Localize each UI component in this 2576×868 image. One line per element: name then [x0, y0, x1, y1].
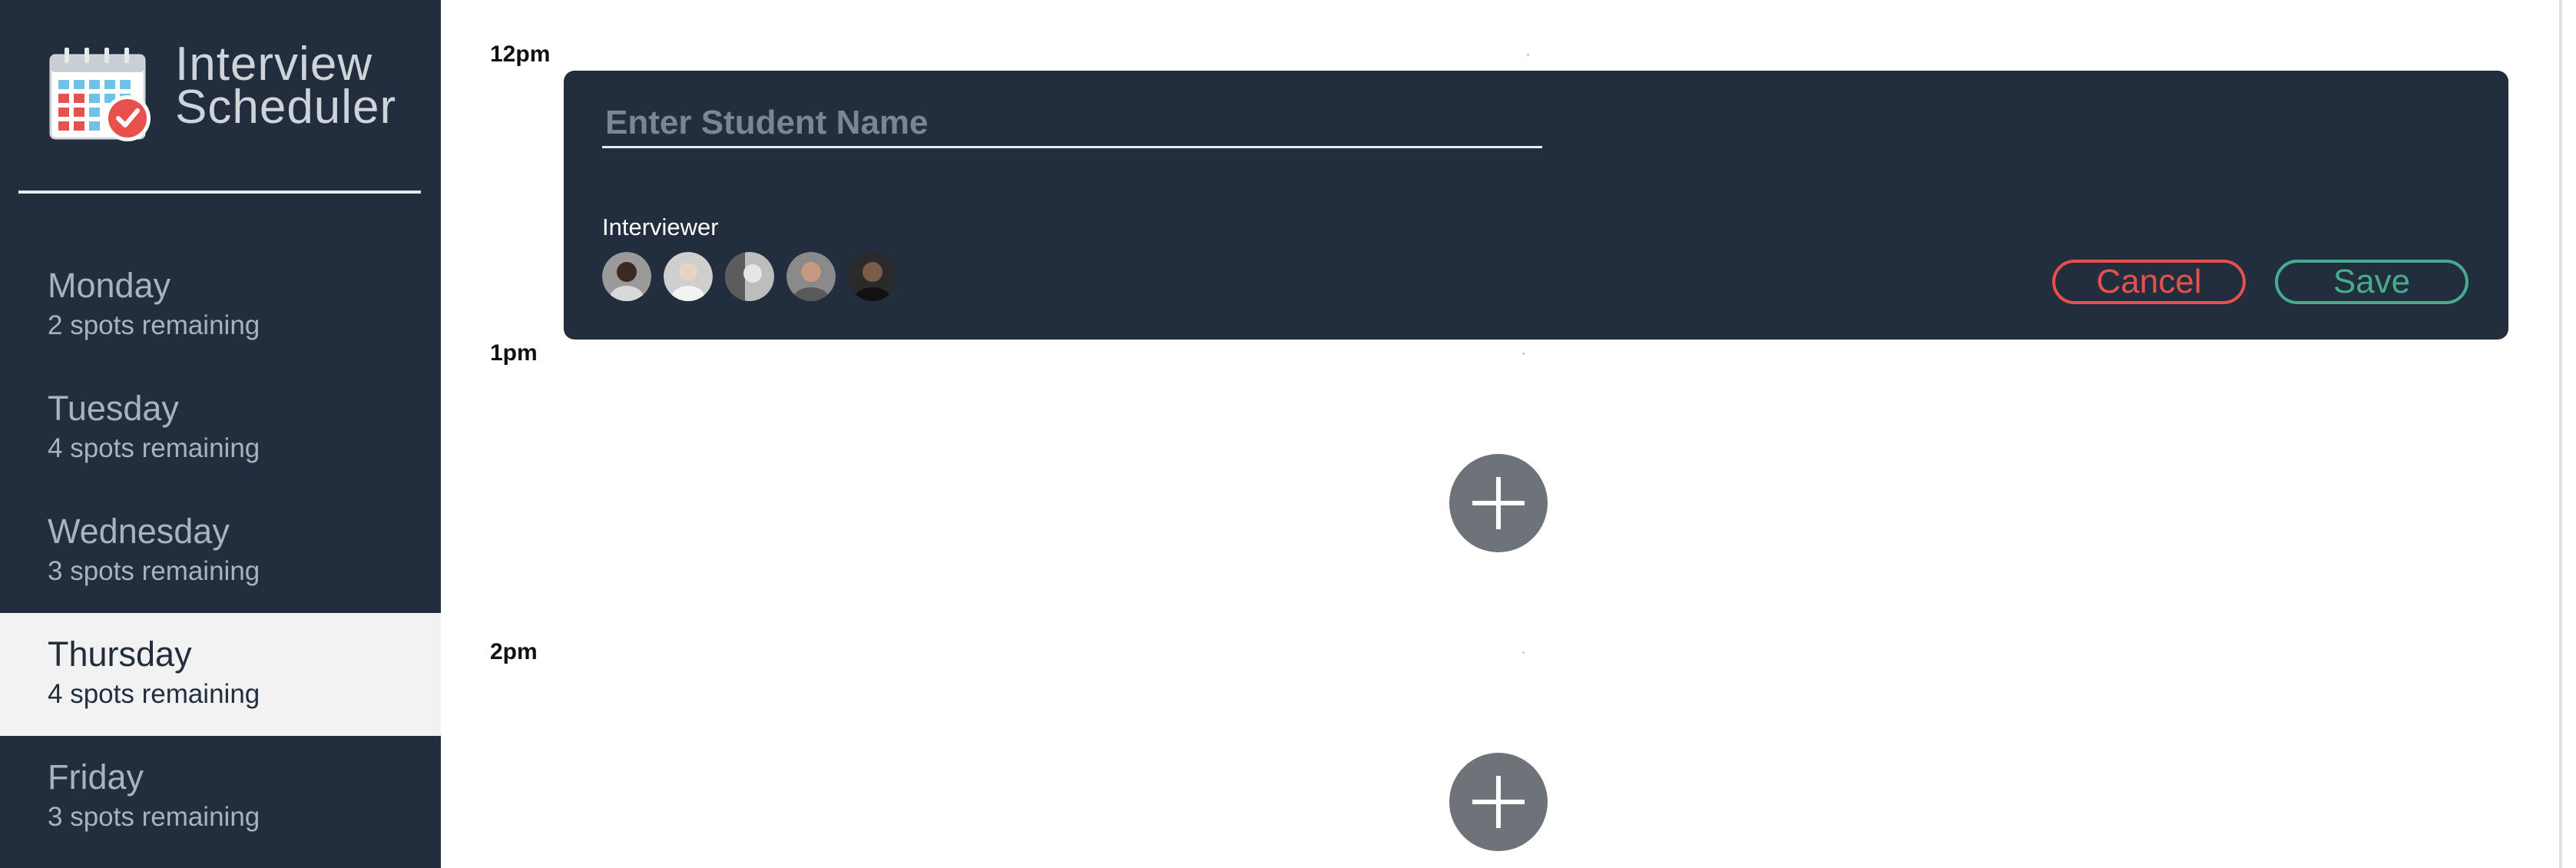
sidebar-item-wednesday[interactable]: Wednesday 3 spots remaining [0, 490, 441, 613]
plus-icon [1472, 477, 1525, 529]
save-button[interactable]: Save [2275, 260, 2468, 304]
day-name: Thursday [48, 634, 192, 674]
add-appointment-button[interactable] [1449, 454, 1548, 552]
interviewer-avatar[interactable] [664, 252, 713, 301]
time-label-2pm: 2pm [490, 639, 538, 664]
day-name: Friday [48, 757, 144, 797]
appointment-form: Interviewer [564, 71, 2508, 340]
avatar-icon [786, 252, 836, 301]
avatar-icon [602, 252, 651, 301]
day-name: Monday [48, 266, 171, 305]
day-name: Tuesday [48, 389, 179, 428]
time-divider-marker [1522, 353, 1525, 355]
interviewer-avatar[interactable] [848, 252, 897, 301]
day-spots: 4 spots remaining [48, 433, 260, 463]
avatar-icon [725, 252, 774, 301]
sidebar-divider [18, 190, 421, 194]
day-spots: 3 spots remaining [48, 802, 260, 832]
day-spots: 3 spots remaining [48, 556, 260, 586]
sidebar: Interview Scheduler Monday 2 spots remai… [0, 0, 441, 868]
interviewer-avatar[interactable] [725, 252, 774, 301]
sidebar-item-friday[interactable]: Friday 3 spots remaining [0, 736, 441, 859]
app-title-line2: Scheduler [175, 81, 397, 134]
avatar-icon [664, 252, 713, 301]
app-title-line1: Interview [175, 38, 373, 91]
plus-icon [1472, 776, 1525, 828]
window-scrollbar-edge[interactable] [2559, 0, 2562, 868]
student-name-input[interactable] [602, 100, 1542, 148]
day-spots: 4 spots remaining [48, 679, 260, 709]
add-appointment-button[interactable] [1449, 753, 1548, 851]
time-divider-marker [1527, 54, 1529, 56]
interviewer-avatar[interactable] [602, 252, 651, 301]
sidebar-item-tuesday[interactable]: Tuesday 4 spots remaining [0, 367, 441, 490]
app-title: Interview Scheduler [175, 38, 397, 134]
avatar-icon [848, 252, 897, 301]
time-label-1pm: 1pm [490, 340, 538, 366]
sidebar-item-thursday[interactable]: Thursday 4 spots remaining [0, 613, 441, 736]
time-label-12pm: 12pm [490, 41, 551, 67]
day-spots: 2 spots remaining [48, 310, 260, 340]
interviewer-avatar[interactable] [786, 252, 836, 301]
calendar-check-icon [49, 48, 151, 141]
cancel-button[interactable]: Cancel [2052, 260, 2246, 304]
day-name: Wednesday [48, 512, 230, 551]
sidebar-item-monday[interactable]: Monday 2 spots remaining [0, 244, 441, 367]
interviewer-label: Interviewer [602, 214, 719, 240]
time-divider-marker [1522, 651, 1525, 654]
